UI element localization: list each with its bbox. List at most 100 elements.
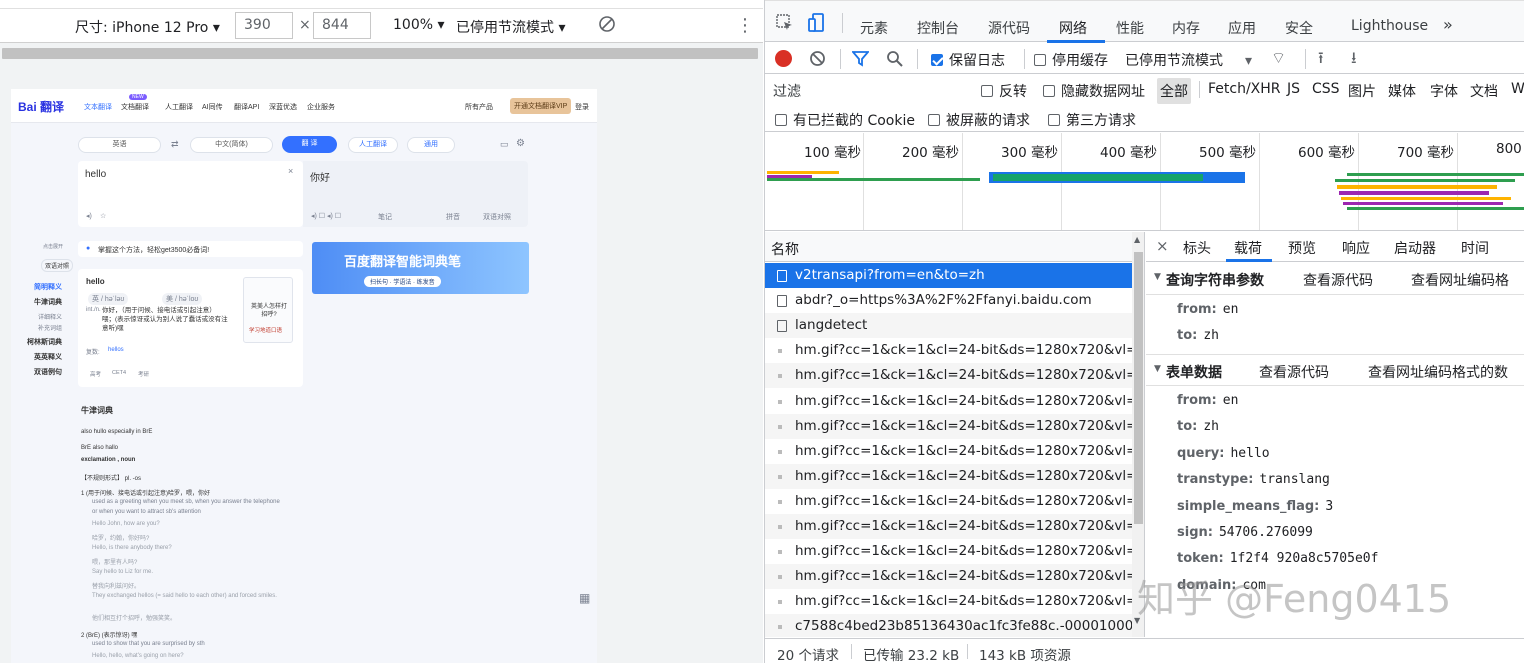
swap-icon[interactable]: ⇄ <box>171 139 179 150</box>
tab-network[interactable]: 网络 <box>1059 18 1087 38</box>
nav-api[interactable]: 翻译API <box>234 102 259 112</box>
view-source-link[interactable]: 查看源代码 <box>1259 362 1329 382</box>
qr-code-icon[interactable]: ▦ <box>579 591 590 605</box>
more-options-icon[interactable]: ⋮ <box>736 15 754 36</box>
nav-enterprise[interactable]: 企业服务 <box>307 102 335 112</box>
pinyin-toggle[interactable]: 拼音 <box>446 212 460 222</box>
filter-icon[interactable] <box>851 50 870 71</box>
side-toggle[interactable]: 双语对照 <box>41 259 74 272</box>
speaker-icon[interactable]: ◂) ☐ ◂) ☐ <box>311 212 341 220</box>
tab-preview[interactable]: 预览 <box>1288 238 1316 258</box>
network-conditions-icon[interactable]: ⌔ <box>1271 48 1286 68</box>
request-row[interactable]: hm.gif?cc=1&ck=1&cl=24-bit&ds=1280x720&v… <box>765 514 1144 539</box>
query-section-header[interactable]: ▼ 查询字符串参数 查看源代码 查看网址编码格 <box>1146 263 1524 295</box>
tab-initiator[interactable]: 启动器 <box>1394 238 1436 258</box>
tab-headers[interactable]: 标头 <box>1183 238 1211 258</box>
scroll-up-icon[interactable]: ▲ <box>1134 235 1140 244</box>
more-tabs-icon[interactable]: » <box>1443 15 1453 34</box>
throttle-select[interactable]: 已停用节流模式 ▾ <box>456 17 565 37</box>
filter-input[interactable]: 过滤 <box>767 78 963 101</box>
baidu-logo[interactable]: Bai 翻译 <box>18 98 64 115</box>
view-url-encoded-link[interactable]: 查看网址编码格式的数 <box>1368 362 1508 382</box>
scrollbar-thumb[interactable] <box>1134 252 1143 524</box>
tab-lighthouse[interactable]: Lighthouse <box>1351 18 1428 34</box>
side-item-phrases[interactable]: 补充词组 <box>38 323 62 332</box>
type-fetch-xhr[interactable]: Fetch/XHR <box>1208 81 1281 97</box>
tab-performance[interactable]: 性能 <box>1116 18 1144 38</box>
notes-button[interactable]: 笔记 <box>378 212 392 222</box>
tab-application[interactable]: 应用 <box>1228 18 1256 38</box>
side-item-simple[interactable]: 简明释义 <box>34 282 62 292</box>
form-section-header[interactable]: ▼ 表单数据 查看源代码 查看网址编码格式的数 <box>1146 354 1524 386</box>
video-ad[interactable]: 英美人怎样打招呼? 学习地道口语 <box>243 277 293 343</box>
preserve-log-checkbox[interactable]: 保留日志 <box>931 50 1005 70</box>
side-item-collins[interactable]: 柯林斯词典 <box>27 337 62 347</box>
side-item-oxford[interactable]: 牛津词典 <box>34 297 62 307</box>
all-products[interactable]: 所有产品 <box>465 102 493 112</box>
view-url-encoded-link[interactable]: 查看网址编码格 <box>1411 270 1509 290</box>
request-row-selected[interactable]: v2transapi?from=en&to=zh <box>765 263 1144 288</box>
bilingual-toggle[interactable]: 双语对照 <box>483 212 511 222</box>
request-row[interactable]: hm.gif?cc=1&ck=1&cl=24-bit&ds=1280x720&v… <box>765 439 1144 464</box>
horizontal-scrollbar[interactable] <box>0 44 763 64</box>
type-doc[interactable]: 文档 <box>1470 81 1498 101</box>
blocked-cookies-checkbox[interactable]: 有已拦截的 Cookie <box>775 110 915 130</box>
tab-timing[interactable]: 时间 <box>1461 238 1489 258</box>
star-icon[interactable]: ☆ <box>100 212 106 220</box>
phonetic-uk[interactable]: 英 / həˈləʊ <box>88 293 129 305</box>
request-row[interactable]: hm.gif?cc=1&ck=1&cl=24-bit&ds=1280x720&v… <box>765 338 1144 363</box>
hide-data-urls-checkbox[interactable]: 隐藏数据网址 <box>1043 81 1145 101</box>
source-text[interactable]: hello <box>85 169 106 180</box>
tab-console[interactable]: 控制台 <box>917 18 959 38</box>
request-row[interactable]: hm.gif?cc=1&ck=1&cl=24-bit&ds=1280x720&v… <box>765 413 1144 439</box>
clear-icon[interactable]: × <box>288 166 293 176</box>
request-row[interactable]: hm.gif?cc=1&ck=1&cl=24-bit&ds=1280x720&v… <box>765 564 1144 590</box>
type-js[interactable]: JS <box>1287 81 1300 97</box>
device-toggle-icon[interactable] <box>808 13 826 37</box>
type-css[interactable]: CSS <box>1312 81 1340 97</box>
device-width-input[interactable]: 390 <box>235 12 293 39</box>
tab-security[interactable]: 安全 <box>1285 18 1313 38</box>
translate-button[interactable]: 翻 译 <box>282 136 337 153</box>
tab-response[interactable]: 响应 <box>1342 238 1370 258</box>
disable-cache-checkbox[interactable]: 停用缓存 <box>1034 50 1108 70</box>
view-source-link[interactable]: 查看源代码 <box>1303 270 1373 290</box>
request-row[interactable]: hm.gif?cc=1&ck=1&cl=24-bit&ds=1280x720&v… <box>765 363 1144 389</box>
clear-icon[interactable] <box>809 50 826 71</box>
device-select[interactable]: 尺寸: iPhone 12 Pro ▾ <box>75 17 220 37</box>
side-item-detail[interactable]: 详细释义 <box>38 312 62 321</box>
nav-deepblue[interactable]: 深蓝优选 <box>269 102 297 112</box>
zoom-select[interactable]: 100% ▾ <box>393 17 445 33</box>
import-har-icon[interactable]: ⭱ <box>1318 47 1324 74</box>
speaker-icon[interactable]: ◂) <box>86 212 92 220</box>
variants-value[interactable]: hellos <box>108 347 124 353</box>
vip-button[interactable]: 开通文档翻译VIP <box>510 98 572 114</box>
request-row[interactable]: hm.gif?cc=1&ck=1&cl=24-bit&ds=1280x720&v… <box>765 389 1144 414</box>
tab-payload[interactable]: 载荷 <box>1234 238 1262 258</box>
rotate-icon[interactable] <box>598 15 616 37</box>
type-img[interactable]: 图片 <box>1348 81 1376 101</box>
request-row[interactable]: hm.gif?cc=1&ck=1&cl=24-bit&ds=1280x720&v… <box>765 589 1144 614</box>
human-translate-button[interactable]: 人工翻译 <box>348 137 398 153</box>
request-row[interactable]: c7588c4bed23b85136430ac1fc3fe88c.-000010… <box>765 614 1144 637</box>
side-item-examples[interactable]: 双语例句 <box>34 367 62 377</box>
column-name[interactable]: 名称 <box>771 239 799 259</box>
login-link[interactable]: 登录 <box>575 102 589 112</box>
request-row[interactable]: abdr?_o=https%3A%2F%2Ffanyi.baidu.com <box>765 288 1144 313</box>
network-throttle-select[interactable]: 已停用节流模式 ▾ <box>1125 50 1252 70</box>
to-lang-select[interactable]: 中文(简体) <box>190 137 273 153</box>
invert-checkbox[interactable]: 反转 <box>981 81 1027 101</box>
scrollbar-thumb[interactable] <box>2 48 758 59</box>
phonetic-us[interactable]: 美 / həˈloʊ <box>162 293 203 305</box>
close-icon[interactable]: × <box>1156 237 1169 255</box>
type-media[interactable]: 媒体 <box>1388 81 1416 101</box>
request-row[interactable]: hm.gif?cc=1&ck=1&cl=24-bit&ds=1280x720&v… <box>765 463 1144 489</box>
request-row[interactable]: langdetect <box>765 313 1144 339</box>
timeline-overview[interactable]: 100 毫秒 200 毫秒 300 毫秒 400 毫秒 500 毫秒 600 毫… <box>765 133 1524 231</box>
request-row[interactable]: hm.gif?cc=1&ck=1&cl=24-bit&ds=1280x720&v… <box>765 539 1144 564</box>
tab-sources[interactable]: 源代码 <box>988 18 1030 38</box>
record-icon[interactable] <box>775 50 792 67</box>
type-all[interactable]: 全部 <box>1157 78 1191 104</box>
tip-bar[interactable]: ● 掌握这个方法，轻松get3500必备词! <box>78 241 303 257</box>
type-ws[interactable]: W <box>1511 81 1524 97</box>
